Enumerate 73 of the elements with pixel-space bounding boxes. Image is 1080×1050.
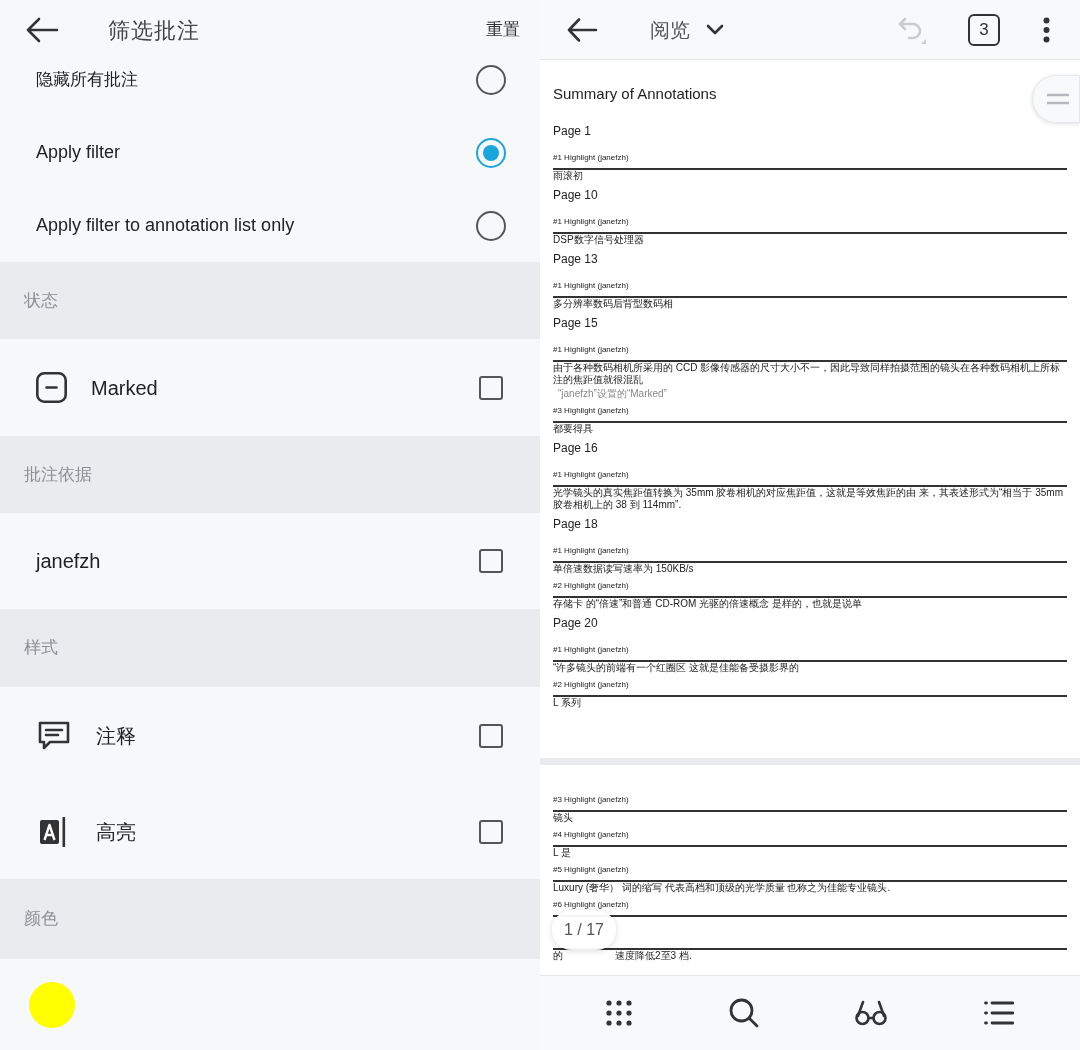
- highlight-icon: [40, 816, 66, 847]
- back-icon[interactable]: [566, 16, 598, 43]
- annotation-label: #1 Highlight (janefzh): [553, 470, 629, 480]
- annotation-label: #1 Highlight (janefzh): [553, 345, 629, 355]
- annotation-label: #1 Highlight (janefzh): [553, 217, 629, 227]
- document-title: Summary of Annotations: [553, 85, 717, 103]
- radio-button[interactable]: [476, 137, 506, 168]
- radio-button[interactable]: [476, 65, 506, 95]
- grid-icon[interactable]: [606, 1000, 632, 1026]
- option-label: Apply filter to annotation list only: [36, 214, 295, 237]
- annotation-text: “许多镜头的前端有一个红圈区 这就是佳能备受摄影界的: [553, 662, 800, 674]
- glasses-icon[interactable]: [855, 1000, 888, 1026]
- annotation-text: 光学镜头的真实焦距值转换为 35mm 胶卷相机的对应焦距值，这就是等效焦距的由 来，其表述形式为“相当于 35mm 胶卷相机上的 38 到 114mm”.: [553, 487, 1064, 511]
- color-swatch-icon[interactable]: [29, 981, 75, 1028]
- more-icon[interactable]: [1043, 16, 1050, 43]
- menu-icon: [1047, 93, 1069, 105]
- search-icon[interactable]: [728, 998, 759, 1028]
- annotation-text: 镜头: [553, 812, 573, 824]
- filter-label: 高亮: [96, 819, 136, 845]
- annotation-label: #6 Highlight (janefzh): [553, 900, 629, 910]
- annotation-text: L 系列: [553, 697, 581, 709]
- option-label: Apply filter: [36, 141, 121, 164]
- section-heading: 颜色: [24, 908, 58, 931]
- annotation-text: L 是: [553, 847, 571, 859]
- annotation-text: Luxury (奢华） 词的缩写 代表高档和顶级的光学质量 也称之为佳能专业镜头.: [553, 882, 891, 894]
- section-heading: 批注依据: [24, 463, 92, 486]
- page-heading: Page 18: [553, 517, 598, 532]
- annotation-label: #3 Highlight (janefzh): [553, 406, 629, 416]
- annotation-comment: “janefzh”设置的“Marked”: [558, 388, 667, 400]
- list-icon[interactable]: [983, 1001, 1014, 1025]
- chevron-down-icon: [706, 24, 724, 35]
- checkbox[interactable]: [479, 375, 503, 400]
- annotation-label: #1 Highlight (janefzh): [553, 281, 629, 291]
- option-label: 隐藏所有批注: [36, 69, 138, 92]
- comment-icon: [38, 720, 70, 751]
- annotation-text: 多分辨率数码后背型数码相: [553, 298, 673, 310]
- tab-count-button[interactable]: 3: [968, 13, 1000, 46]
- annotation-text: 雨滚初: [553, 170, 583, 182]
- annotation-text: 单倍速数据读写速率为 150KB/s: [553, 563, 694, 575]
- annotation-text: 的: [553, 950, 563, 962]
- page-heading: Page 16: [553, 441, 598, 456]
- checkbox[interactable]: [479, 723, 503, 748]
- view-mode-dropdown[interactable]: 阅览: [650, 14, 724, 45]
- minus-square-icon: [36, 372, 67, 403]
- annotation-label: #4 Highlight (janefzh): [553, 830, 629, 840]
- panel-title: 筛选批注: [108, 16, 200, 45]
- annotation-label: #5 Highlight (janefzh): [553, 865, 629, 875]
- checkbox[interactable]: [479, 819, 503, 844]
- annotation-label: #2 Highlight (janefzh): [553, 680, 629, 690]
- annotation-text: 都要得具: [553, 423, 593, 435]
- annotation-text: DSP数字信号处理器: [553, 234, 644, 246]
- annotation-label: #3 Highlight (janefzh): [553, 795, 629, 805]
- annotation-label: #1 Highlight (janefzh): [553, 153, 629, 163]
- page-heading: Page 10: [553, 188, 598, 203]
- reset-button[interactable]: 重置: [484, 17, 522, 43]
- filter-label: janefzh: [36, 549, 101, 574]
- annotation-label: #1 Highlight (janefzh): [553, 546, 629, 556]
- page-heading: Page 20: [553, 616, 598, 631]
- back-icon[interactable]: [25, 17, 59, 43]
- checkbox[interactable]: [479, 549, 503, 573]
- section-heading: 状态: [24, 289, 58, 312]
- filter-label: Marked: [91, 375, 158, 401]
- annotation-text: 存储卡 的“倍速”和普通 CD-ROM 光驱的倍速概念 是样的，也就是说单: [553, 598, 862, 610]
- annotation-label: #2 Highlight (janefzh): [553, 581, 629, 591]
- page-heading: Page 15: [553, 316, 598, 331]
- page-heading: Page 1: [553, 124, 592, 139]
- annotation-label: #1 Highlight (janefzh): [553, 645, 629, 655]
- radio-button[interactable]: [476, 210, 506, 241]
- filter-label: 注释: [96, 723, 136, 749]
- annotation-text: 速度降低2至3 档.: [615, 950, 692, 962]
- page-heading: Page 13: [553, 252, 598, 267]
- section-heading: 样式: [24, 637, 58, 660]
- annotation-text: 由于各种数码相机所采用的 CCD 影像传感器的尺寸大小不一，因此导致同样拍摄范围的镜头在各种数码相机上所标注的焦距值就很混乱: [553, 362, 1062, 386]
